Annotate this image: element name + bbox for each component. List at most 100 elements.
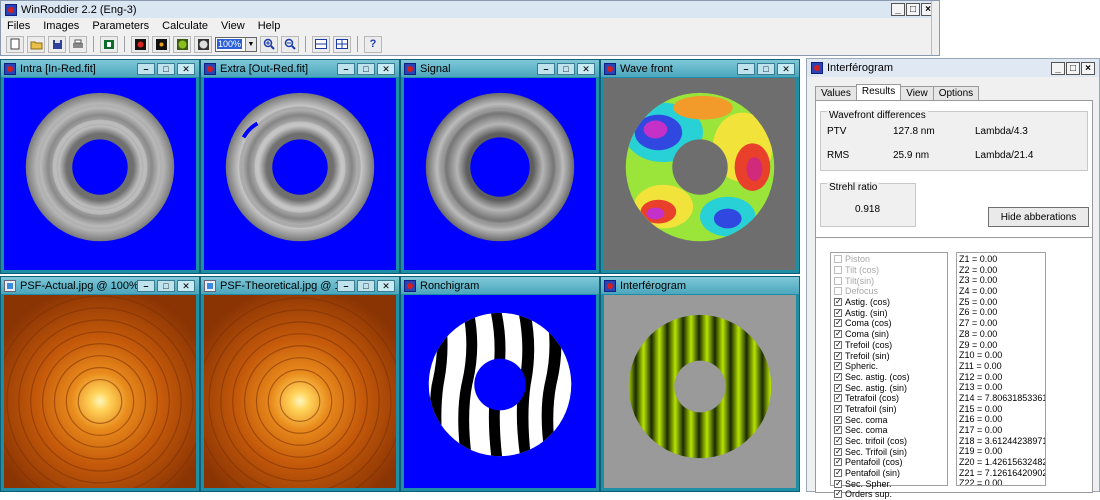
checkbox-icon[interactable]: ✓ bbox=[834, 340, 842, 349]
zernike-row[interactable]: Z11 = 0.00 bbox=[957, 361, 1045, 372]
intra-image-icon[interactable] bbox=[131, 35, 149, 53]
checkbox-icon[interactable]: ✓ bbox=[834, 383, 842, 392]
restore-button[interactable]: □ bbox=[757, 62, 775, 75]
zernike-row[interactable]: Z3 = 0.00 bbox=[957, 275, 1045, 286]
psf-actual-title-bar[interactable]: PSF-Actual.jpg @ 100% (R... –□✕ bbox=[1, 277, 199, 294]
psf-actual-window[interactable]: PSF-Actual.jpg @ 100% (R... –□✕ bbox=[0, 276, 200, 492]
minimize-button[interactable]: – bbox=[337, 62, 355, 75]
zoom-out-icon[interactable] bbox=[281, 35, 299, 53]
checkbox-icon[interactable]: ✓ bbox=[834, 447, 842, 456]
close-button[interactable]: ✕ bbox=[577, 62, 595, 75]
zernike-row[interactable]: Z13 = 0.00 bbox=[957, 382, 1045, 393]
interferogram-title-bar[interactable]: Interférogram bbox=[601, 277, 799, 294]
zernike-row[interactable]: Z2 = 0.00 bbox=[957, 265, 1045, 276]
restore-button[interactable]: □ bbox=[157, 62, 175, 75]
menu-parameters[interactable]: Parameters bbox=[92, 20, 149, 32]
extra-image-icon[interactable] bbox=[152, 35, 170, 53]
results-title-bar[interactable]: Interférogram _ □ × bbox=[807, 59, 1099, 77]
checkbox-icon[interactable]: ✓ bbox=[834, 298, 842, 307]
ronchigram-title-bar[interactable]: Ronchigram bbox=[401, 277, 599, 294]
tile-horizontal-icon[interactable] bbox=[312, 35, 330, 53]
help-icon[interactable]: ? bbox=[364, 35, 382, 53]
checkbox-icon[interactable]: ✓ bbox=[834, 308, 842, 317]
main-title-bar[interactable]: WinRoddier 2.2 (Eng-3) _ □ × bbox=[1, 1, 939, 18]
zoom-select[interactable]: 100% ▼ bbox=[215, 36, 257, 52]
vertical-scrollbar[interactable] bbox=[931, 1, 939, 55]
checkbox-icon[interactable]: ✓ bbox=[834, 469, 842, 478]
menu-calculate[interactable]: Calculate bbox=[162, 20, 208, 32]
menu-help[interactable]: Help bbox=[258, 20, 281, 32]
zernike-row[interactable]: Z9 = 0.00 bbox=[957, 340, 1045, 351]
tab-view[interactable]: View bbox=[900, 86, 934, 101]
open-folder-icon[interactable] bbox=[27, 35, 45, 53]
close-button[interactable]: ✕ bbox=[377, 62, 395, 75]
intra-window[interactable]: Intra [In-Red.fit] – □ ✕ bbox=[0, 59, 200, 274]
wavefront-title-bar[interactable]: Wave front – □ ✕ bbox=[601, 60, 799, 77]
zernike-row[interactable]: Z10 = 0.00 bbox=[957, 350, 1045, 361]
checkbox-icon[interactable]: ✓ bbox=[834, 458, 842, 467]
zoom-in-icon[interactable] bbox=[260, 35, 278, 53]
zernike-row[interactable]: Z22 = 0.00 bbox=[957, 478, 1045, 485]
intra-title-bar[interactable]: Intra [In-Red.fit] – □ ✕ bbox=[1, 60, 199, 77]
print-icon[interactable] bbox=[69, 35, 87, 53]
zernike-row[interactable]: Z17 = 0.00 bbox=[957, 425, 1045, 436]
zernike-row[interactable]: Z16 = 0.00 bbox=[957, 414, 1045, 425]
checkbox-icon[interactable]: ✓ bbox=[834, 437, 842, 446]
minimize-button[interactable]: _ bbox=[1051, 61, 1065, 75]
zernike-row[interactable]: Z21 = 7.126164209026 bbox=[957, 468, 1045, 479]
checkbox-icon[interactable]: ✓ bbox=[834, 394, 842, 403]
psf-theoretical-title-bar[interactable]: PSF-Theoretical.jpg @ 10... –□✕ bbox=[201, 277, 399, 294]
zernike-row[interactable]: Z14 = 7.806318533619 bbox=[957, 393, 1045, 404]
close-button[interactable]: × bbox=[1081, 61, 1095, 75]
zernike-row[interactable]: Z19 = 0.00 bbox=[957, 446, 1045, 457]
extra-window[interactable]: Extra [Out-Red.fit] – □ ✕ bbox=[200, 59, 400, 274]
wavefront-image-icon[interactable] bbox=[194, 35, 212, 53]
tab-options[interactable]: Options bbox=[932, 86, 980, 101]
zernike-row[interactable]: Z18 = 3.612442389719 bbox=[957, 436, 1045, 447]
minimize-button[interactable]: – bbox=[737, 62, 755, 75]
menu-files[interactable]: Files bbox=[7, 20, 30, 32]
restore-button[interactable]: □ bbox=[357, 62, 375, 75]
wavefront-window[interactable]: Wave front – □ ✕ bbox=[600, 59, 800, 274]
zernike-row[interactable]: Z6 = 0.00 bbox=[957, 307, 1045, 318]
checkbox-icon[interactable]: ✓ bbox=[834, 351, 842, 360]
tab-results[interactable]: Results bbox=[855, 84, 902, 101]
zernike-row[interactable]: Z7 = 0.00 bbox=[957, 318, 1045, 329]
close-button[interactable]: ✕ bbox=[177, 62, 195, 75]
zernike-row[interactable]: Z8 = 0.00 bbox=[957, 329, 1045, 340]
restore-button[interactable]: □ bbox=[357, 279, 375, 292]
maximize-button[interactable]: □ bbox=[1066, 61, 1080, 75]
checkbox-icon[interactable]: ✓ bbox=[834, 319, 842, 328]
close-button[interactable]: ✕ bbox=[177, 279, 195, 292]
ronchigram-window[interactable]: Ronchigram bbox=[400, 276, 600, 492]
maximize-button[interactable]: □ bbox=[906, 3, 920, 16]
checkbox-icon[interactable]: ✓ bbox=[834, 330, 842, 339]
tile-grid-icon[interactable] bbox=[333, 35, 351, 53]
close-button[interactable]: ✕ bbox=[777, 62, 795, 75]
import-image-icon[interactable] bbox=[100, 35, 118, 53]
zernike-row[interactable]: Z1 = 0.00 bbox=[957, 254, 1045, 265]
checkbox-icon[interactable]: ✓ bbox=[834, 404, 842, 413]
hide-aberrations-button[interactable]: Hide abberations bbox=[988, 207, 1089, 227]
psf-theoretical-window[interactable]: PSF-Theoretical.jpg @ 10... –□✕ bbox=[200, 276, 400, 492]
close-button[interactable]: ✕ bbox=[377, 279, 395, 292]
checkbox-icon[interactable]: ✓ bbox=[834, 479, 842, 488]
minimize-button[interactable]: – bbox=[537, 62, 555, 75]
checkbox-icon[interactable]: ✓ bbox=[834, 415, 842, 424]
tab-values[interactable]: Values bbox=[815, 86, 857, 101]
chevron-down-icon[interactable]: ▼ bbox=[245, 37, 256, 51]
zernike-row[interactable]: Z12 = 0.00 bbox=[957, 372, 1045, 383]
restore-button[interactable]: □ bbox=[557, 62, 575, 75]
extra-title-bar[interactable]: Extra [Out-Red.fit] – □ ✕ bbox=[201, 60, 399, 77]
checkbox-icon[interactable]: ✓ bbox=[834, 362, 842, 371]
checkbox-icon[interactable]: ✓ bbox=[834, 372, 842, 381]
zernike-row[interactable]: Z15 = 0.00 bbox=[957, 404, 1045, 415]
menu-images[interactable]: Images bbox=[43, 20, 79, 32]
zernike-row[interactable]: Z20 = 1.426156324820 bbox=[957, 457, 1045, 468]
interferogram-window[interactable]: Interférogram bbox=[600, 276, 800, 492]
restore-button[interactable]: □ bbox=[157, 279, 175, 292]
minimize-button[interactable]: _ bbox=[891, 3, 905, 16]
save-icon[interactable] bbox=[48, 35, 66, 53]
signal-window[interactable]: Signal – □ ✕ bbox=[400, 59, 600, 274]
minimize-button[interactable]: – bbox=[137, 62, 155, 75]
